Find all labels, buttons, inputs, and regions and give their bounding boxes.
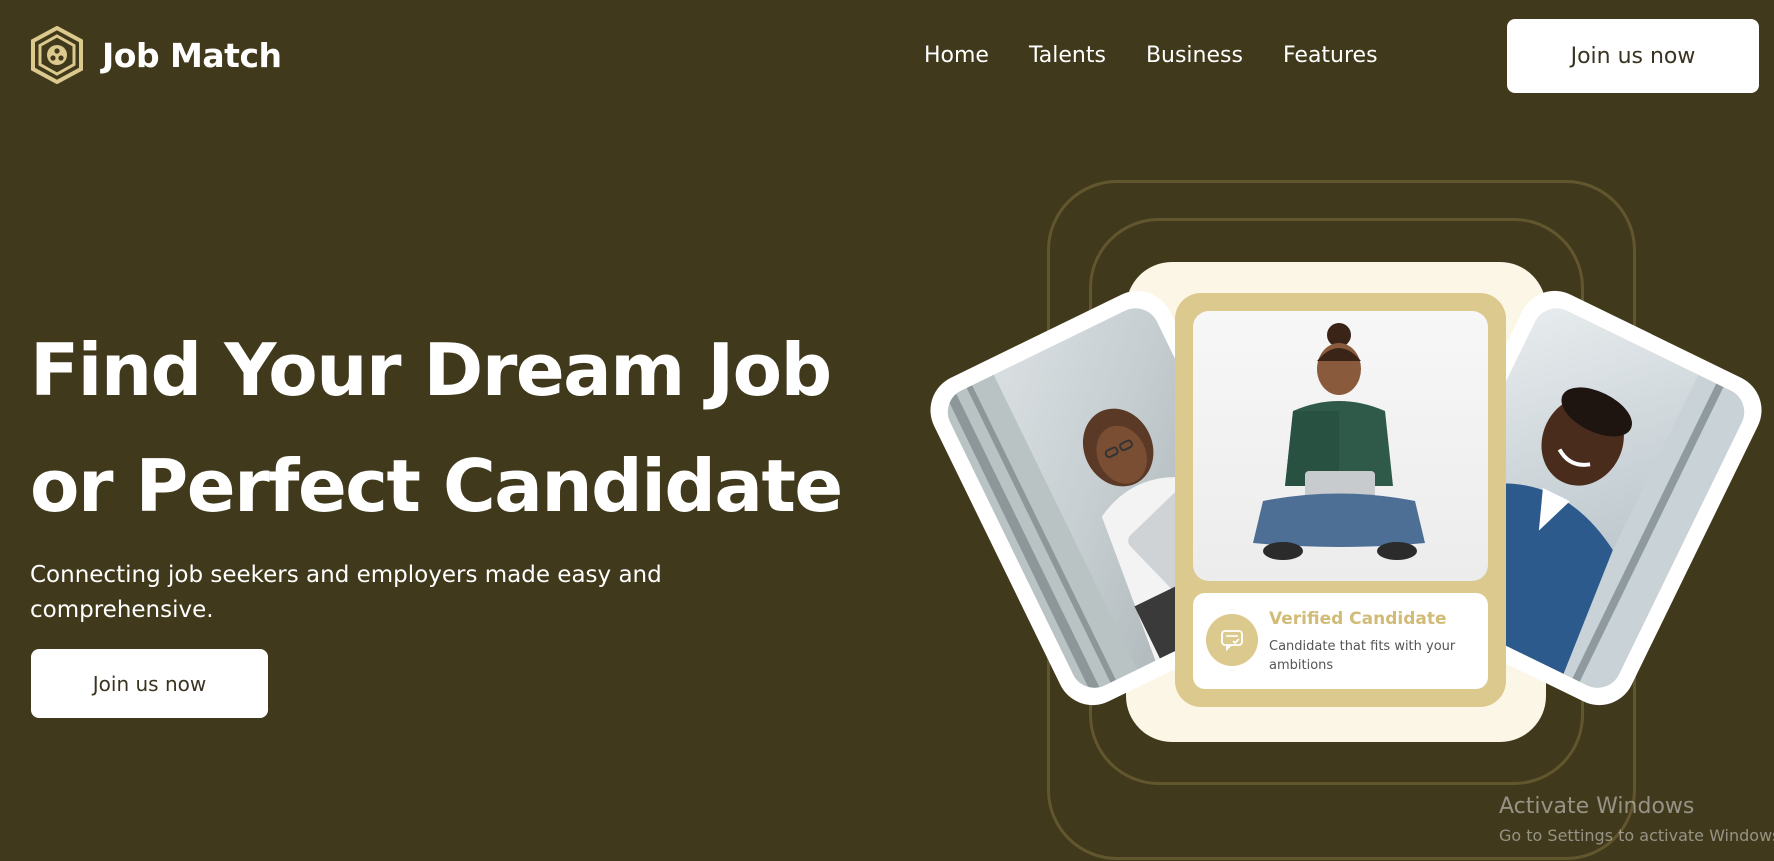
watermark-subtitle: Go to Settings to activate Windows. (1499, 826, 1774, 845)
candidate-card-title: Verified Candidate (1269, 609, 1447, 629)
candidate-photo-woman-laptop (1193, 311, 1488, 581)
hero-title-line1: Find Your Dream Job (30, 328, 832, 412)
nav-item-business[interactable]: Business (1146, 40, 1243, 72)
hero-subtitle: Connecting job seekers and employers mad… (30, 562, 662, 623)
watermark-title: Activate Windows (1499, 794, 1695, 819)
chat-check-icon (1206, 614, 1258, 666)
hero-title: Find Your Dream Job or Perfect Candidate (30, 312, 870, 544)
main-nav: Home Talents Business Features (924, 40, 1378, 72)
nav-item-home[interactable]: Home (924, 40, 989, 72)
nav-item-features[interactable]: Features (1283, 40, 1378, 72)
nav-item-talents[interactable]: Talents (1029, 40, 1106, 72)
verified-candidate-card: Verified Candidate Candidate that fits w… (1175, 293, 1506, 707)
hero-join-button[interactable]: Join us now (31, 649, 268, 718)
windows-activation-watermark: Activate Windows Go to Settings to activ… (1499, 792, 1774, 848)
candidate-card-description: Candidate that fits with your ambitions (1269, 639, 1456, 673)
hero-title-line2: or Perfect Candidate (30, 444, 843, 528)
person-illustration-center (1253, 323, 1425, 560)
header-join-button[interactable]: Join us now (1507, 19, 1759, 93)
hexagon-people-logo-icon (31, 26, 83, 84)
candidate-info-box: Verified Candidate Candidate that fits w… (1193, 593, 1488, 689)
brand-logo[interactable]: Job Match (30, 26, 282, 84)
brand-name: Job Match (102, 35, 282, 75)
